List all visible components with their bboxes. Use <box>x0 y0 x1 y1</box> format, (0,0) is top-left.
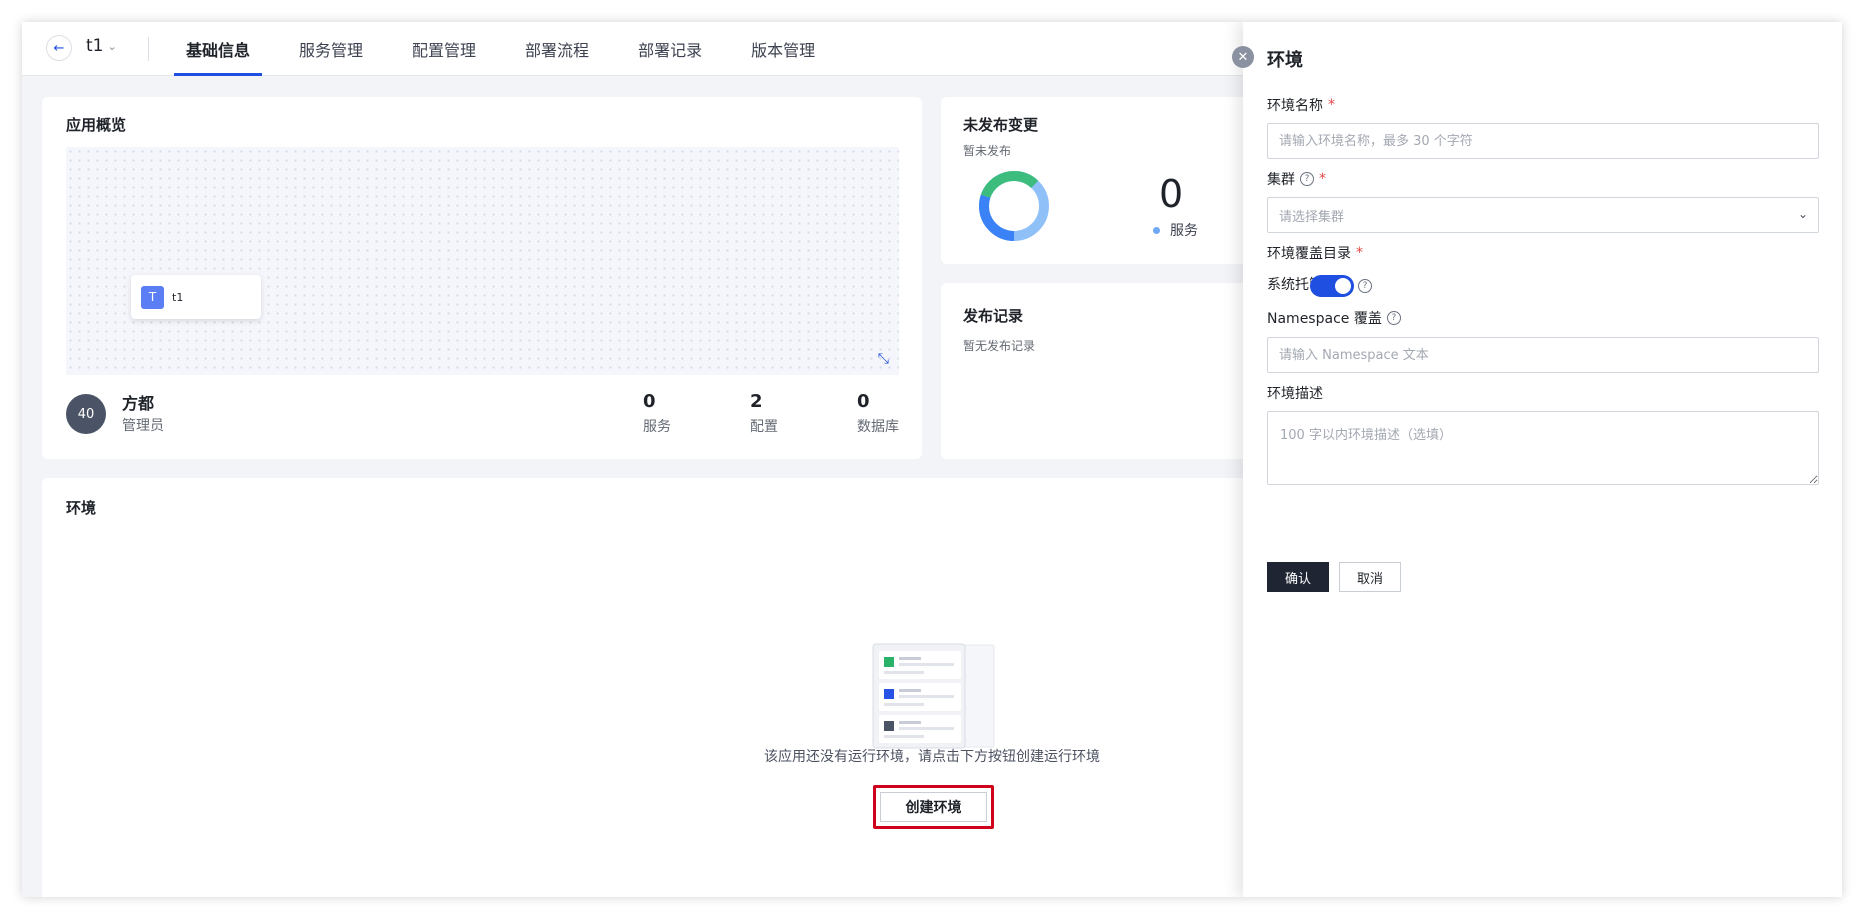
legend: 服务 <box>1153 220 1198 240</box>
stat-services: 0 服务 <box>643 391 671 436</box>
environment-title: 环境 <box>66 499 97 517</box>
cluster-label: 集群 ? * <box>1267 169 1326 189</box>
stat-configs: 2 配置 <box>750 391 778 436</box>
tab-version-management[interactable]: 版本管理 <box>739 22 827 76</box>
stat-databases: 0 数据库 <box>857 391 899 436</box>
unpublished-title: 未发布变更 <box>963 116 1039 134</box>
tab-deploy-records[interactable]: 部署记录 <box>626 22 714 76</box>
avatar: 40 <box>66 394 106 434</box>
owner-name: 方都 <box>122 394 155 413</box>
unpublished-count: 0 <box>1159 172 1184 216</box>
create-environment-highlight: 创建环境 <box>873 785 994 829</box>
required-mark: * <box>1328 97 1335 113</box>
tab-deploy-pipeline[interactable]: 部署流程 <box>513 22 601 76</box>
tab-service-management[interactable]: 服务管理 <box>287 22 375 76</box>
override-dir-label: 环境覆盖目录 * <box>1267 243 1363 263</box>
label-text: 环境覆盖目录 <box>1267 246 1351 262</box>
confirm-button[interactable]: 确认 <box>1267 562 1329 592</box>
close-drawer-button[interactable]: ✕ <box>1232 46 1254 68</box>
app-node[interactable]: T t1 <box>131 275 261 319</box>
tab-bar: 基础信息 服务管理 配置管理 部署流程 部署记录 版本管理 <box>174 22 852 76</box>
help-icon[interactable]: ? <box>1358 279 1372 293</box>
empty-state-illustration <box>872 643 995 749</box>
namespace-label: Namespace 覆盖 ? <box>1267 308 1401 328</box>
node-icon: T <box>141 285 164 309</box>
stat-value: 0 <box>857 391 870 412</box>
overview-card: 应用概览 T t1 ⤡ 40 方都 管理员 0 服务 2 配置 0 数据库 <box>42 97 922 459</box>
owner-role: 管理员 <box>122 418 164 434</box>
drawer-title: 环境 <box>1267 50 1303 71</box>
stat-label: 服务 <box>643 419 671 435</box>
unpublished-changes-card: 未发布变更 暂未发布 0 服务 <box>941 97 1251 264</box>
env-name-label: 环境名称 * <box>1267 95 1335 115</box>
records-empty: 暂无发布记录 <box>963 339 1036 353</box>
chevron-down-icon: ⌄ <box>107 39 117 53</box>
app-name: t1 <box>86 36 104 56</box>
system-managed-toggle[interactable] <box>1310 275 1354 297</box>
tab-config-management[interactable]: 配置管理 <box>400 22 488 76</box>
chevron-down-icon: ⌄ <box>1797 207 1808 221</box>
stat-value: 0 <box>643 391 656 412</box>
environment-drawer: ✕ 环境 环境名称* 集群 ?* 请选择集群 ⌄ 环境覆盖目录* 系统托管 ? … <box>1232 22 1842 897</box>
env-name-input[interactable] <box>1267 123 1819 159</box>
overview-title: 应用概览 <box>66 116 127 134</box>
env-desc-label: 环境描述 <box>1267 386 1323 402</box>
back-button[interactable]: ← <box>46 35 72 61</box>
label-text: Namespace 覆盖 <box>1267 311 1382 327</box>
create-environment-button[interactable]: 创建环境 <box>880 792 987 822</box>
release-records-card: 发布记录 暂无发布记录 <box>941 283 1251 459</box>
required-mark: * <box>1356 245 1363 261</box>
label-text: 集群 <box>1267 172 1295 188</box>
expand-icon[interactable]: ⤡ <box>878 351 889 367</box>
cancel-button[interactable]: 取消 <box>1339 562 1401 592</box>
help-icon[interactable]: ? <box>1300 172 1314 186</box>
arrow-left-icon: ← <box>53 40 65 56</box>
divider <box>148 37 149 61</box>
env-desc-textarea[interactable] <box>1267 411 1819 485</box>
legend-label: 服务 <box>1170 223 1198 239</box>
environment-card: 环境 <box>42 478 1252 897</box>
label-text: 环境名称 <box>1267 98 1323 114</box>
records-title: 发布记录 <box>963 307 1024 325</box>
app-window: ← t1 ⌄ 基础信息 服务管理 配置管理 部署流程 部署记录 版本管理 应用概… <box>22 22 1842 897</box>
stat-label: 配置 <box>750 419 778 435</box>
cluster-placeholder: 请选择集群 <box>1279 209 1345 225</box>
close-icon: ✕ <box>1237 49 1249 65</box>
required-mark: * <box>1319 171 1326 187</box>
tab-basic-info[interactable]: 基础信息 <box>174 22 263 76</box>
unpublished-subtitle: 暂未发布 <box>963 144 1012 158</box>
changes-donut <box>979 171 1049 241</box>
stat-value: 2 <box>750 391 763 412</box>
node-label: t1 <box>172 290 184 304</box>
topology-canvas[interactable]: T t1 ⤡ <box>66 147 899 375</box>
namespace-input[interactable] <box>1267 337 1819 373</box>
stat-label: 数据库 <box>857 419 899 435</box>
cluster-select[interactable]: 请选择集群 ⌄ <box>1267 197 1819 233</box>
app-switcher[interactable]: t1 ⌄ <box>86 36 117 56</box>
help-icon[interactable]: ? <box>1386 311 1401 325</box>
legend-dot <box>1153 226 1160 234</box>
